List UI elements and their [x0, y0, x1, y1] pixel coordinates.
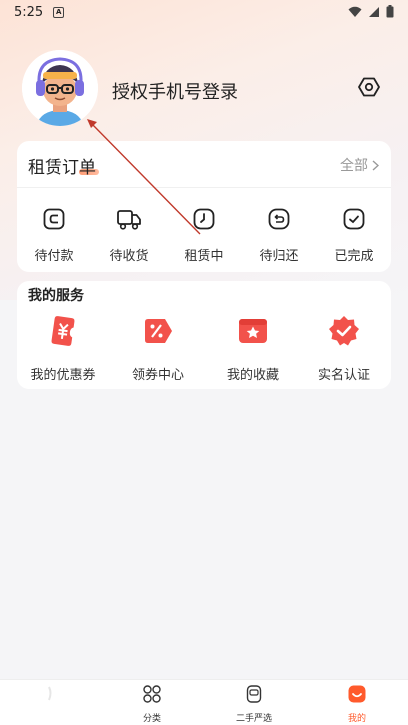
favorite-icon	[239, 319, 267, 343]
discount-icon	[145, 319, 172, 343]
secondhand-icon	[246, 685, 262, 703]
service-label: 我的优惠券	[30, 368, 96, 383]
order-status-completed[interactable]: 已完成	[324, 206, 384, 264]
order-status-label: 待收货	[109, 249, 149, 264]
order-status-label: 待付款	[34, 249, 74, 264]
service-real-name-verification[interactable]: 实名认证	[304, 314, 384, 383]
status-time: 5:25	[14, 4, 44, 20]
order-status-label: 租赁中	[184, 249, 224, 264]
bottom-tab-bar: 分类 二手严选 我的	[0, 679, 408, 725]
battery-icon	[386, 5, 394, 18]
tab-home[interactable]	[10, 684, 90, 711]
chevron-right-icon	[372, 159, 379, 171]
return-icon	[268, 208, 290, 230]
services-title: 我的服务	[28, 288, 84, 304]
service-my-favorites[interactable]: 我的收藏	[213, 314, 293, 383]
status-bar: 5:25 A	[0, 0, 408, 24]
coupon-icon	[51, 316, 75, 346]
mine-icon	[348, 685, 366, 703]
all-orders-label: 全部	[340, 158, 368, 174]
order-status-pending-receipt[interactable]: 待收货	[99, 206, 159, 264]
settings-icon[interactable]	[358, 76, 380, 98]
tab-category[interactable]: 分类	[112, 684, 192, 724]
avatar-illustration	[22, 50, 98, 126]
avatar[interactable]	[22, 50, 98, 126]
wifi-icon	[348, 6, 362, 17]
check-icon	[343, 208, 365, 230]
signal-icon	[369, 6, 379, 17]
orders-title: 租赁订单	[28, 158, 96, 178]
service-label: 领券中心	[131, 368, 184, 383]
order-status-label: 待归还	[259, 249, 299, 264]
divider	[17, 187, 391, 188]
service-my-coupons[interactable]: 我的优惠券	[23, 314, 103, 383]
login-link[interactable]: 授权手机号登录	[112, 78, 238, 104]
tab-mine[interactable]: 我的	[317, 684, 397, 724]
order-status-renting[interactable]: 租赁中	[174, 206, 234, 264]
profile-section: 授权手机号登录	[22, 50, 386, 130]
order-status-label: 已完成	[334, 249, 374, 264]
service-label: 我的收藏	[226, 368, 279, 383]
service-label: 实名认证	[317, 368, 370, 383]
clock-icon	[193, 208, 215, 230]
rental-orders-card: 租赁订单 全部 待付款 待收货 租赁中 待归还 已完成	[17, 141, 391, 272]
my-services-card: 我的服务 我的优惠券 领券中心 我的收藏 实名认证	[17, 281, 391, 389]
order-status-pending-payment[interactable]: 待付款	[24, 206, 84, 264]
tab-secondhand[interactable]: 二手严选	[214, 684, 294, 724]
tab-label: 我的	[347, 714, 366, 724]
notification-icon: A	[53, 6, 65, 18]
all-orders-link[interactable]: 全部	[340, 155, 379, 175]
wallet-icon	[43, 208, 65, 230]
order-status-pending-return[interactable]: 待归还	[249, 206, 309, 264]
verify-icon	[329, 316, 359, 346]
tab-label: 分类	[142, 714, 161, 724]
home-icon	[48, 686, 52, 701]
tab-label: 二手严选	[235, 714, 272, 724]
service-coupon-center[interactable]: 领券中心	[118, 314, 198, 383]
category-icon	[143, 685, 161, 703]
truck-icon	[117, 210, 141, 230]
